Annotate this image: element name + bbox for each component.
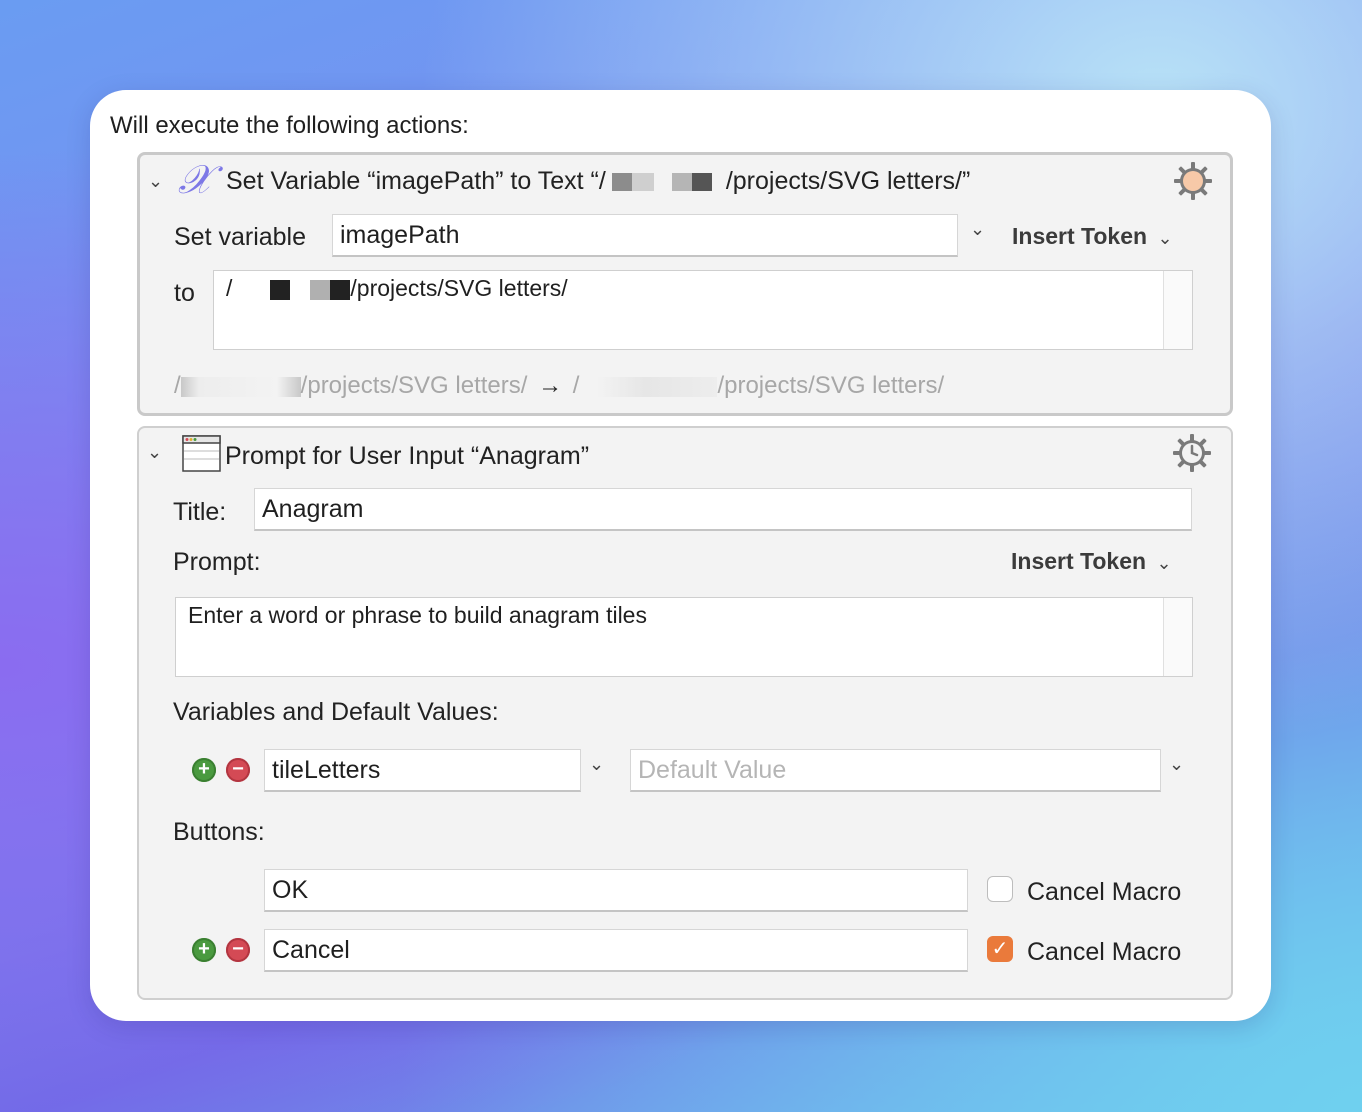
prompt-label: Prompt:: [173, 548, 261, 576]
action-title-suffix: /projects/SVG letters/”: [725, 167, 971, 195]
text-value-suffix: /projects/SVG letters/: [350, 275, 568, 301]
remove-button-button[interactable]: −: [226, 938, 250, 962]
title-label: Title:: [173, 498, 227, 526]
collapse-chevron-icon[interactable]: ⌄: [148, 171, 163, 192]
insert-token-label: Insert Token: [1012, 223, 1148, 249]
button-ok-field[interactable]: OK: [264, 869, 968, 912]
default-value-chevron-icon[interactable]: ⌄: [1169, 754, 1184, 775]
prompt-user-input-action: ⌄ Prompt for User Input “Anagram” Title:…: [137, 426, 1233, 1000]
title-field[interactable]: Anagram: [254, 488, 1192, 531]
action-title[interactable]: Prompt for User Input “Anagram”: [225, 442, 589, 471]
redacted-block: [671, 173, 692, 192]
variable-name-field[interactable]: tileLetters: [264, 749, 581, 792]
window-icon: [182, 435, 221, 472]
buttons-label: Buttons:: [173, 818, 265, 846]
redacted-block: [631, 173, 654, 192]
redacted-block: [611, 173, 632, 192]
variable-dropdown-chevron-icon[interactable]: ⌄: [970, 219, 985, 240]
preview-right: /projects/SVG letters/: [717, 372, 945, 399]
variable-name-field[interactable]: imagePath: [332, 214, 958, 257]
action-title-prefix: Set Variable “imagePath” to Text “/: [226, 167, 606, 195]
add-button-button[interactable]: +: [192, 938, 216, 962]
insert-token-chevron-icon: ⌄: [1157, 228, 1173, 248]
redacted-block: [270, 279, 291, 300]
arrow-right-icon: →: [538, 372, 563, 399]
cancel-macro-checkbox[interactable]: [987, 876, 1013, 902]
panel-heading: Will execute the following actions:: [110, 112, 469, 139]
variable-x-icon: 𝒳: [178, 157, 213, 203]
redacted-block: [597, 376, 718, 397]
textarea-scroll-strip[interactable]: [1163, 598, 1192, 676]
set-variable-label: Set variable: [174, 223, 307, 251]
prompt-text: Enter a word or phrase to build anagram …: [188, 602, 647, 628]
cancel-macro-label: Cancel Macro: [1027, 878, 1182, 906]
actions-panel: Will execute the following actions: ⌄ 𝒳 …: [90, 90, 1271, 1021]
variable-dropdown-chevron-icon[interactable]: ⌄: [589, 754, 604, 775]
button-cancel-field[interactable]: Cancel: [264, 929, 968, 972]
preview-slash: /: [174, 372, 181, 399]
text-value-area[interactable]: / /projects/SVG letters/: [213, 270, 1193, 350]
cancel-macro-checkbox-checked[interactable]: ✓: [987, 936, 1013, 962]
set-variable-action: ⌄ 𝒳 Set Variable “imagePath” to Text “/ /…: [137, 152, 1233, 416]
default-value-field[interactable]: Default Value: [630, 749, 1161, 792]
path-preview: / /projects/SVG letters/ → / /projects/SVG…: [174, 372, 944, 400]
gear-orange-icon[interactable]: [1173, 161, 1213, 201]
add-variable-button[interactable]: +: [192, 758, 216, 782]
prompt-text-area[interactable]: Enter a word or phrase to build anagram …: [175, 597, 1193, 677]
insert-token-button[interactable]: Insert Token ⌄: [1012, 223, 1173, 250]
text-value-prefix: /: [226, 275, 233, 301]
redacted-block: [691, 173, 712, 192]
insert-token-label: Insert Token: [1011, 548, 1147, 574]
preview-slash: /: [572, 372, 580, 399]
collapse-chevron-icon[interactable]: ⌄: [147, 442, 162, 463]
to-label: to: [174, 279, 195, 307]
preview-left: /projects/SVG letters/: [300, 372, 528, 399]
action-title[interactable]: Set Variable “imagePath” to Text “/ /proj…: [226, 167, 970, 196]
gear-clock-icon[interactable]: [1172, 433, 1212, 473]
remove-variable-button[interactable]: −: [226, 758, 250, 782]
redacted-block: [180, 376, 301, 397]
variables-label: Variables and Default Values:: [173, 698, 499, 726]
cancel-macro-label: Cancel Macro: [1027, 938, 1182, 966]
redacted-block: [310, 279, 331, 300]
redacted-block: [330, 279, 351, 300]
textarea-scroll-strip[interactable]: [1163, 271, 1192, 349]
insert-token-chevron-icon: ⌄: [1156, 553, 1172, 573]
insert-token-button[interactable]: Insert Token ⌄: [1011, 548, 1172, 575]
